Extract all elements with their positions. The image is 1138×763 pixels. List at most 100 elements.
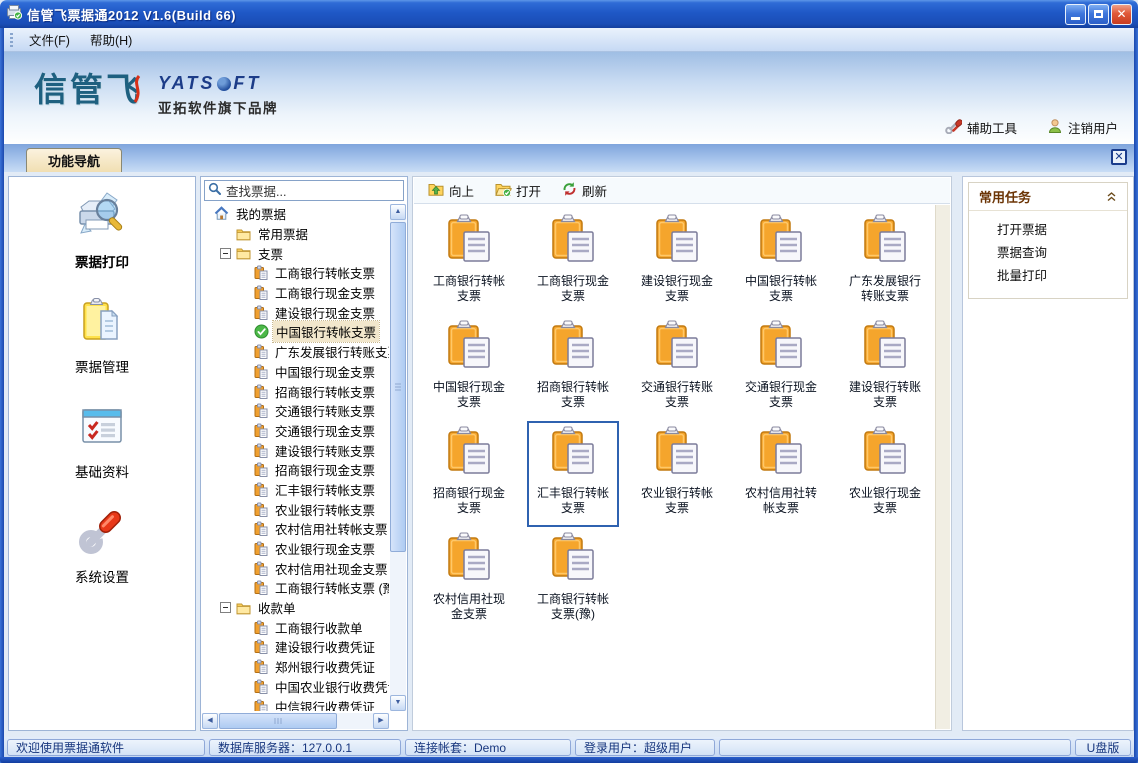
tree-item[interactable]: 农业银行现金支票 [202, 539, 389, 559]
toolbar-button-1[interactable]: 打开 [489, 179, 546, 202]
grid-item[interactable]: 工商银行现金支票 [527, 209, 619, 315]
scroll-left-icon[interactable]: ◀ [202, 713, 218, 729]
tree-item[interactable]: 广东发展银行转账支票 [202, 342, 389, 362]
tree-item[interactable]: 建设银行转账支票 [202, 440, 389, 460]
grid-item[interactable]: 交通银行现金支票 [735, 315, 827, 421]
logout-user-icon [1047, 118, 1063, 137]
ticket-icon [254, 305, 268, 320]
grid-item[interactable]: 农村信用社现金支票 [423, 527, 515, 633]
menu-item-0[interactable]: 文件(F) [19, 28, 80, 51]
sidebar-item-label: 票据打印 [75, 251, 129, 271]
scroll-right-icon[interactable]: ▶ [373, 713, 389, 729]
view-scrollbar-track[interactable] [935, 205, 950, 729]
tree-item[interactable]: 工商银行现金支票 [202, 283, 389, 303]
grid-item[interactable]: 汇丰银行转帐支票 [527, 421, 619, 527]
grid-item[interactable]: 招商银行转帐支票 [527, 315, 619, 421]
chevron-up-icon[interactable] [1106, 192, 1117, 202]
task-item-0[interactable]: 打开票据 [969, 219, 1127, 242]
globe-icon [217, 77, 231, 91]
tree-item[interactable]: 农村信用社现金支票 [202, 558, 389, 578]
tree-item[interactable]: 中国银行现金支票 [202, 362, 389, 382]
tree-collapse-icon[interactable] [220, 248, 231, 259]
tree-item[interactable]: 常用票据 [202, 224, 389, 244]
tree-item[interactable]: 招商银行现金支票 [202, 460, 389, 480]
check-icon [254, 324, 269, 339]
common-tasks-header[interactable]: 常用任务 [969, 183, 1127, 211]
minimize-button[interactable] [1065, 4, 1086, 25]
tree-item-label: 建设银行现金支票 [272, 302, 378, 323]
tree-item-label: 常用票据 [255, 223, 311, 244]
grid-item-box: 交通银行现金支票 [735, 315, 827, 421]
grid-item[interactable]: 建设银行转账支票 [839, 315, 931, 421]
toolbar-button-0[interactable]: 向上 [422, 179, 479, 202]
minimize-icon [1071, 17, 1080, 20]
grid-item[interactable]: 农业银行转帐支票 [631, 421, 723, 527]
grid-item-label: 交通银行转账支票 [638, 380, 716, 410]
scrollbar-thumb[interactable] [219, 713, 337, 729]
scroll-down-icon[interactable]: ▼ [390, 695, 406, 711]
tools-icon [945, 118, 962, 137]
grid-item[interactable]: 农村信用社转帐支票 [735, 421, 827, 527]
grid-item[interactable]: 广东发展银行转账支票 [839, 209, 931, 315]
grid-item[interactable]: 建设银行现金支票 [631, 209, 723, 315]
tree-item[interactable]: 农业银行转帐支票 [202, 499, 389, 519]
grid-item[interactable]: 交通银行转账支票 [631, 315, 723, 421]
tree-item[interactable]: 建设银行收费凭证 [202, 637, 389, 657]
grid-item-box: 农村信用社现金支票 [423, 527, 515, 633]
ticket-icon [254, 423, 268, 438]
tree-item[interactable]: 收款单 [202, 598, 389, 618]
task-item-2[interactable]: 批量打印 [969, 265, 1127, 288]
clipboard-document-icon [442, 213, 496, 272]
sidebar-item-3[interactable]: 系统设置 [75, 506, 129, 586]
grid-item[interactable]: 农业银行现金支票 [839, 421, 931, 527]
tree-item[interactable]: 汇丰银行转帐支票 [202, 480, 389, 500]
grid-item[interactable]: 工商银行转帐支票(豫) [527, 527, 619, 633]
grid-item[interactable]: 中国银行转帐支票 [735, 209, 827, 315]
tree-item[interactable]: 工商银行转帐支票 [202, 263, 389, 283]
tree-item[interactable]: 农村信用社转帐支票 [202, 519, 389, 539]
grid-item[interactable]: 工商银行转帐支票 [423, 209, 515, 315]
tree-item-label: 中信银行收费凭证 [272, 696, 378, 711]
panel-close-icon[interactable]: ✕ [1111, 149, 1127, 165]
tree-item[interactable]: 我的票据 [202, 204, 389, 224]
tree-item-label: 支票 [255, 243, 286, 264]
tree-item[interactable]: 工商银行转帐支票 (豫) [202, 578, 389, 598]
status-segment-5: U盘版 [1075, 739, 1131, 756]
tree-item-label: 农村信用社现金支票 [272, 558, 389, 579]
banner-link-0[interactable]: 辅助工具 [945, 118, 1017, 137]
banner-link-1[interactable]: 注销用户 [1047, 118, 1118, 137]
tab-function-navigation[interactable]: 功能导航 [26, 148, 122, 172]
tree-item[interactable]: 工商银行收款单 [202, 617, 389, 637]
grid-item-label: 汇丰银行转帐支票 [534, 486, 612, 516]
tree-item[interactable]: 建设银行现金支票 [202, 302, 389, 322]
ticket-tree-panel: 我的票据常用票据支票工商银行转帐支票工商银行现金支票建设银行现金支票中国银行转帐… [200, 176, 408, 731]
task-item-1[interactable]: 票据查询 [969, 242, 1127, 265]
sidebar-item-2[interactable]: 基础资料 [75, 401, 129, 481]
maximize-button[interactable] [1088, 4, 1109, 25]
tree-item[interactable]: 招商银行转帐支票 [202, 381, 389, 401]
menu-item-1[interactable]: 帮助(H) [80, 28, 142, 51]
clipboard-document-icon [650, 425, 704, 484]
tree-item[interactable]: 中国银行转帐支票 [202, 322, 389, 342]
tree-item[interactable]: 郑州银行收费凭证 [202, 657, 389, 677]
sidebar-item-1[interactable]: 票据管理 [75, 296, 129, 376]
tree-collapse-icon[interactable] [220, 602, 231, 613]
grid-item[interactable]: 中国银行现金支票 [423, 315, 515, 421]
tree-item[interactable]: 中信银行收费凭证 [202, 696, 389, 711]
scrollbar-thumb[interactable] [390, 222, 406, 552]
close-button[interactable]: ✕ [1111, 4, 1132, 25]
tree-item[interactable]: 中国农业银行收费凭证 [202, 677, 389, 697]
tree-horizontal-scrollbar[interactable]: ◀ ▶ [202, 713, 389, 729]
scroll-up-icon[interactable]: ▲ [390, 204, 406, 220]
grid-item[interactable]: 招商银行现金支票 [423, 421, 515, 527]
tree-item-label: 中国银行转帐支票 [273, 321, 379, 342]
toolbar-button-2[interactable]: 刷新 [556, 179, 612, 202]
tree-item[interactable]: 支票 [202, 243, 389, 263]
sidebar-item-0[interactable]: 票据打印 [75, 191, 129, 271]
tree-vertical-scrollbar[interactable]: ▲ ▼ [390, 204, 406, 711]
tree-item[interactable]: 交通银行现金支票 [202, 421, 389, 441]
search-input[interactable] [224, 183, 400, 199]
ticket-icon [254, 482, 268, 497]
tree-item[interactable]: 交通银行转账支票 [202, 401, 389, 421]
tree-item-label: 交通银行转账支票 [272, 400, 378, 421]
